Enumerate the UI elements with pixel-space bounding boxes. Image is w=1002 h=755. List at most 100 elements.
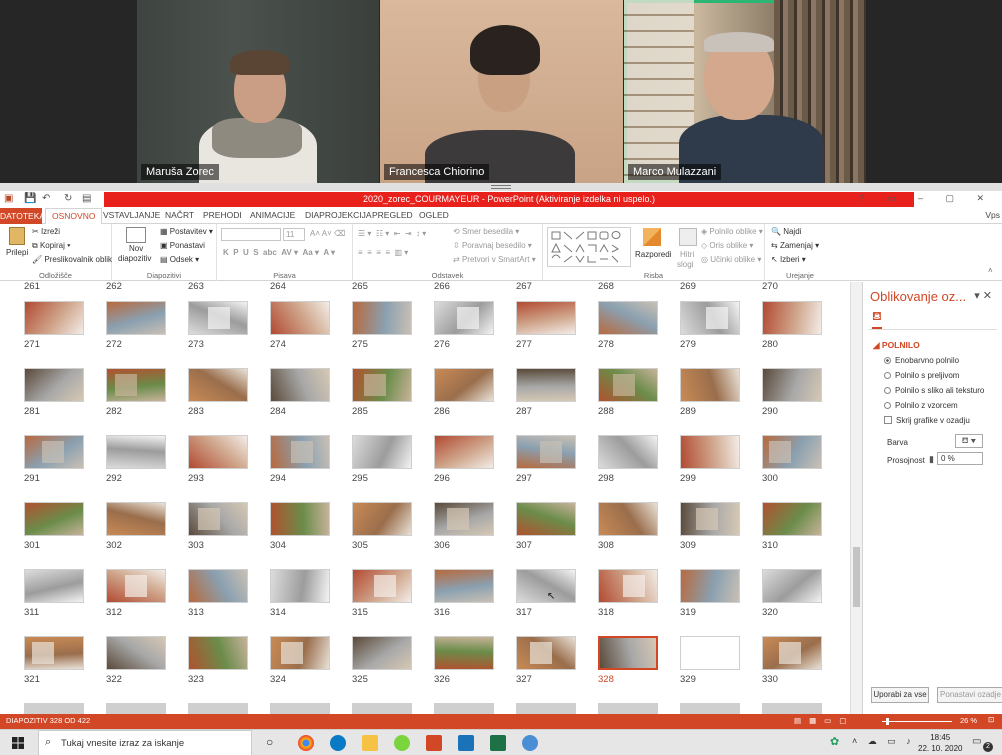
tab-home[interactable]: OSNOVNO	[45, 208, 103, 225]
present-icon[interactable]: ▤	[82, 193, 91, 204]
quick-styles-icon[interactable]	[679, 228, 697, 246]
fill-bucket-icon[interactable]: ⛾	[872, 309, 882, 329]
window-controls[interactable]: ? ▭ – ▢ ✕	[859, 193, 994, 204]
slide-thumbnail[interactable]	[680, 368, 740, 402]
slide-thumbnail[interactable]	[188, 636, 248, 670]
slide-thumbnail[interactable]	[188, 502, 248, 536]
slide-thumbnail[interactable]	[762, 435, 822, 469]
slide-thumbnail[interactable]	[352, 502, 412, 536]
list-buttons[interactable]: ☰ ▾ ☷ ▾ ⇤ ⇥ ↕ ▾	[358, 229, 426, 238]
slide-sorter[interactable]: 261 262 263 264 265 266 267 268 269 270 271 272 273 2…	[0, 282, 850, 714]
solid-fill-radio[interactable]: Enobarvno polnilo	[884, 356, 959, 365]
slide-thumbnail[interactable]	[24, 703, 84, 714]
powerpoint-taskbar-icon[interactable]	[426, 735, 442, 751]
shape-fill-button[interactable]: ◈ Polnilo oblike ▾	[701, 227, 763, 236]
slide-thumbnail[interactable]	[106, 569, 166, 603]
slide-thumbnail[interactable]	[762, 301, 822, 335]
mail-icon[interactable]	[458, 735, 474, 751]
reset-button[interactable]: ▣ Ponastavi	[160, 241, 205, 250]
slide-thumbnail[interactable]	[516, 435, 576, 469]
slide-thumbnail[interactable]	[188, 435, 248, 469]
slide-thumbnail[interactable]	[24, 368, 84, 402]
tab-insert[interactable]: VSTAVLJANJE	[103, 210, 160, 220]
view-buttons[interactable]: ▤▦▭▢	[794, 716, 854, 725]
shape-outline-button[interactable]: ◇ Oris oblike ▾	[701, 241, 753, 250]
slide-thumbnail[interactable]	[516, 636, 576, 670]
slide-thumbnail[interactable]	[598, 368, 658, 402]
slide-thumbnail[interactable]	[762, 636, 822, 670]
slide-thumbnail[interactable]	[352, 301, 412, 335]
arrange-icon[interactable]	[643, 228, 661, 246]
slide-thumbnail[interactable]	[762, 368, 822, 402]
taskbar-search[interactable]: ⌕ Tukaj vnesite izraz za iskanje	[38, 730, 252, 755]
app-icon[interactable]	[394, 735, 410, 751]
shape-effects-button[interactable]: ◎ Učinki oblike ▾	[701, 255, 761, 264]
paste-icon[interactable]	[9, 227, 25, 245]
pane-close-icon[interactable]: ▾ ✕	[974, 289, 992, 302]
slide-thumbnail[interactable]	[434, 502, 494, 536]
replace-button[interactable]: ⇆ Zamenjaj ▾	[771, 241, 819, 250]
slide-thumbnail[interactable]	[188, 368, 248, 402]
slide-thumbnail[interactable]	[598, 636, 658, 670]
zoom-level[interactable]: 26 %	[960, 716, 977, 725]
slide-thumbnail[interactable]	[106, 636, 166, 670]
slide-thumbnail[interactable]	[352, 435, 412, 469]
slide-thumbnail[interactable]	[24, 435, 84, 469]
layout-button[interactable]: ▦ Postavitev ▾	[160, 227, 213, 236]
picture-fill-radio[interactable]: Polnilo s sliko ali teksturo	[884, 386, 984, 395]
section-button[interactable]: ▤ Odsek ▾	[160, 255, 199, 264]
align-buttons[interactable]: ≡ ≡ ≡ ≡ ▥ ▾	[358, 248, 408, 257]
taskbar-clock[interactable]: 18:45 22. 10. 2020	[918, 732, 962, 754]
cut-button[interactable]: ✂ Izreži	[32, 227, 60, 236]
chrome-icon[interactable]	[298, 735, 314, 751]
slide-thumbnail[interactable]	[106, 703, 166, 714]
cortana-icon[interactable]: ○	[266, 735, 273, 749]
tab-slideshow[interactable]: DIAPROJEKCIJA	[305, 210, 372, 220]
edge-icon[interactable]	[330, 735, 346, 751]
notifications-icon[interactable]: ▭	[972, 736, 981, 747]
slide-thumbnail[interactable]	[270, 301, 330, 335]
transparency-slider[interactable]: ▮	[929, 454, 934, 465]
pattern-fill-radio[interactable]: Polnilo z vzorcem	[884, 401, 958, 410]
slide-thumbnail[interactable]	[516, 703, 576, 714]
find-button[interactable]: 🔍 Najdi	[771, 227, 801, 236]
file-explorer-icon[interactable]	[362, 735, 378, 751]
slide-thumbnail[interactable]	[598, 301, 658, 335]
slide-thumbnail[interactable]	[598, 502, 658, 536]
tab-animations[interactable]: ANIMACIJE	[250, 210, 295, 220]
user-name[interactable]: Vps	[985, 210, 1000, 220]
slide-thumbnail[interactable]	[680, 502, 740, 536]
slide-thumbnail[interactable]	[24, 502, 84, 536]
video-tile-2[interactable]: Francesca Chiorino	[380, 0, 623, 183]
zoom-slider[interactable]	[882, 721, 952, 722]
slide-thumbnail[interactable]	[270, 636, 330, 670]
tab-review[interactable]: PREGLED	[372, 210, 413, 220]
new-slide-icon[interactable]	[126, 227, 146, 243]
collapse-ribbon-icon[interactable]: ˄	[988, 266, 993, 275]
tab-transitions[interactable]: PREHODI	[203, 210, 242, 220]
font-style-buttons[interactable]: K P U S abc AV ▾ Aa ▾ A ▾	[223, 248, 335, 257]
fit-to-window-icon[interactable]: ⊡	[988, 715, 994, 724]
slide-thumbnail[interactable]	[762, 569, 822, 603]
new-slide-label[interactable]: Nov	[129, 244, 143, 253]
transparency-input[interactable]: 0 %	[937, 452, 983, 465]
slide-thumbnail[interactable]	[762, 502, 822, 536]
slide-thumbnail[interactable]	[270, 502, 330, 536]
slide-thumbnail[interactable]	[352, 368, 412, 402]
redo-icon[interactable]: ↻	[64, 193, 72, 204]
slide-thumbnail[interactable]	[516, 569, 576, 603]
slide-thumbnail[interactable]	[24, 636, 84, 670]
settings-app-icon[interactable]	[522, 735, 538, 751]
smartart-button[interactable]: ⇄ Pretvori v SmartArt ▾	[453, 255, 536, 264]
slide-thumbnail[interactable]	[352, 636, 412, 670]
font-size-box[interactable]: 11	[283, 228, 305, 241]
windows-start-icon[interactable]	[12, 737, 24, 749]
slide-thumbnail[interactable]	[434, 368, 494, 402]
slide-thumbnail[interactable]	[598, 435, 658, 469]
undo-icon[interactable]: ↶	[42, 193, 50, 204]
hide-graphics-checkbox[interactable]: Skrij grafike v ozadju	[884, 416, 970, 425]
slide-thumbnail[interactable]	[24, 569, 84, 603]
apply-to-all-button[interactable]: Uporabi za vse	[871, 687, 929, 703]
slide-thumbnail[interactable]	[598, 569, 658, 603]
grow-shrink-font[interactable]: A˄ A˅ ⌫	[310, 229, 345, 238]
